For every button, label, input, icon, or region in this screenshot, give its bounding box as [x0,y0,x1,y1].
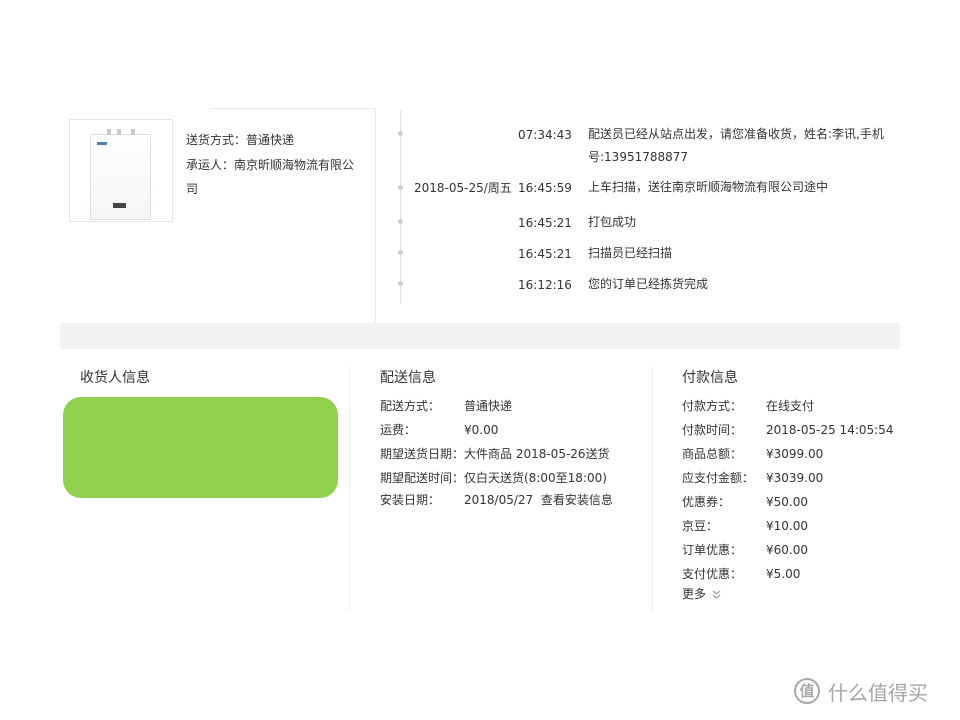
consignee-redacted-block [63,397,338,498]
tracking-time: 07:34:43 [518,128,572,142]
view-install-info-link[interactable]: 查看安装信息 [541,493,613,507]
delivery-title: 配送信息 [380,370,436,386]
payment-method-value: 在线支付 [766,399,815,413]
timeline-dot [398,131,403,136]
watermark-text: 什么值得买 [828,681,928,705]
tracking-description: 打包成功 [588,215,637,229]
payment-time-value: 2018-05-25 14:05:54 [766,423,894,437]
more-payment-button[interactable]: 更多 [682,584,721,604]
shipping-fee-label: 运费： [380,423,417,437]
package-column-divider [375,109,376,323]
tracking-description: 您的订单已经拣货完成 [588,277,709,291]
timeline-dot [398,281,403,286]
tracking-time: 16:45:21 [518,216,572,230]
install-date-label: 安装日期： [380,493,441,507]
goods-total-value: ¥3099.00 [766,447,824,461]
goods-total-label: 商品总额： [682,447,743,461]
jingdou-value: ¥10.00 [766,519,808,533]
shipping-fee-value: ¥0.00 [464,423,499,437]
section-separator-band [60,323,900,349]
more-label: 更多 [682,587,707,601]
delivery-method-label: 配送方式： [380,399,441,413]
tracking-description: 扫描员已经扫描 [588,246,673,260]
smzdm-watermark: 值 什么值得买 [794,676,950,710]
payment-discount-label: 支付优惠： [682,567,743,581]
tracking-time: 16:12:16 [518,278,572,292]
shipping-method-label: 送货方式： [186,133,247,147]
expected-date-value: 大件商品 2018-05-26送货 [464,447,610,461]
tracking-description: 上车扫描，送往南京昕顺海物流有限公司途中 [588,180,829,194]
delivery-method-value: 普通快递 [464,399,513,413]
payment-title: 付款信息 [682,370,738,386]
coupon-label: 优惠券： [682,495,731,509]
consignee-title: 收货人信息 [80,370,150,386]
carrier-line: 承运人：南京昕顺海物流有限公司 [186,153,356,201]
timeline-dot [398,185,403,190]
expected-time-label: 期望配送时间： [380,471,465,485]
tracking-time: 16:45:21 [518,247,572,261]
column-divider [349,366,350,611]
timeline-axis [400,110,401,304]
payment-time-label: 付款时间： [682,423,743,437]
amount-due-value: ¥3039.00 [766,471,824,485]
coupon-value: ¥50.00 [766,495,808,509]
shipping-method-value: 普通快递 [246,133,295,147]
order-discount-value: ¥60.00 [766,543,808,557]
watermark-badge-icon: 值 [794,678,820,704]
double-chevron-down-icon [712,590,721,599]
column-divider [652,366,653,611]
package-top-divider [210,108,376,109]
tracking-time: 16:45:59 [518,181,572,195]
shipping-method-line: 送货方式：普通快递 [186,128,356,152]
timeline-dot [398,219,403,224]
install-date: 2018/05/27 [464,493,534,507]
order-discount-label: 订单优惠： [682,543,743,557]
amount-due-label: 应支付金额： [682,471,755,485]
payment-method-label: 付款方式： [682,399,743,413]
payment-discount-value: ¥5.00 [766,567,801,581]
expected-date-label: 期望送货日期： [380,447,465,461]
carrier-label: 承运人： [186,158,235,172]
tracking-description: 配送员已经从站点出发，请您准备收货，姓名:李讯,手机号:13951788877 [588,127,884,164]
product-thumbnail[interactable] [69,119,173,222]
install-date-value: 2018/05/27 查看安装信息 [464,488,613,512]
water-heater-image [90,129,151,220]
timeline-dot [398,250,403,255]
expected-time-value: 仅白天送货(8:00至18:00) [464,471,607,485]
tracking-date: 2018-05-25/周五 [414,181,512,195]
jingdou-label: 京豆： [682,519,719,533]
